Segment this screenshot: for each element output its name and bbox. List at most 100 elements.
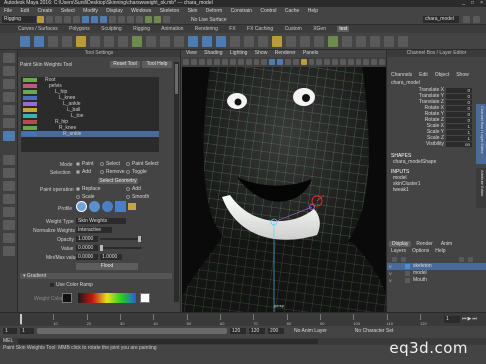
resolution-gate-icon[interactable] xyxy=(230,59,236,65)
layer-menu-help[interactable]: Help xyxy=(435,248,445,254)
hammer-weights-icon[interactable] xyxy=(314,35,324,47)
viewport-menu-lighting[interactable]: Lighting xyxy=(230,50,248,56)
constraint-parent-icon[interactable] xyxy=(216,35,226,47)
opacity-field[interactable]: 1.0000 xyxy=(76,236,98,242)
paint-select-tool-icon[interactable] xyxy=(3,79,15,89)
layer-color-swatch[interactable] xyxy=(405,278,410,283)
layer-tab-anim[interactable]: Anim xyxy=(438,241,455,247)
shelf-tab-rendering[interactable]: Rendering xyxy=(195,26,218,32)
channel-menu-channels[interactable]: Channels xyxy=(391,72,412,78)
select-tool-icon[interactable] xyxy=(3,53,15,63)
film-gate-icon[interactable] xyxy=(222,59,229,65)
menu-select[interactable]: Select xyxy=(61,8,75,14)
bookmark-icon[interactable] xyxy=(198,59,205,65)
gaussian-brush-icon[interactable] xyxy=(76,201,87,212)
shape-name[interactable]: chara_modelShape xyxy=(387,159,486,165)
value-slider-handle[interactable] xyxy=(100,245,103,251)
shelf-tab-animation[interactable]: Animation xyxy=(161,26,183,32)
menu-constrain[interactable]: Constrain xyxy=(231,8,252,14)
anim-layer-dropdown[interactable]: No Anim Layer xyxy=(294,328,327,334)
side-tab-attribute-editor[interactable]: Attribute Editor xyxy=(476,168,486,208)
hypershade-layout-icon[interactable] xyxy=(3,246,15,256)
new-layer-selected-icon[interactable] xyxy=(468,256,473,262)
go-to-end-icon[interactable]: ⏭ xyxy=(472,316,477,322)
menu-skeleton[interactable]: Skeleton xyxy=(160,8,179,14)
channel-menu-edit[interactable]: Edit xyxy=(419,72,428,78)
layer-visibility-toggle[interactable]: V xyxy=(389,270,397,277)
redo-icon[interactable] xyxy=(73,16,80,23)
layer-color-swatch[interactable] xyxy=(405,271,410,276)
menu-windows[interactable]: Windows xyxy=(131,8,151,14)
use-all-lights-icon[interactable] xyxy=(300,59,307,65)
minimize-button[interactable]: _ xyxy=(462,0,465,7)
render-settings-icon[interactable] xyxy=(163,16,170,23)
play-forward-icon[interactable]: ▶ xyxy=(468,316,472,322)
paint-weights-icon[interactable] xyxy=(62,35,72,47)
shelf-tab-test[interactable]: test xyxy=(337,26,350,32)
layer-row[interactable]: V model xyxy=(387,270,486,277)
depth-of-field-icon[interactable] xyxy=(339,59,346,65)
graph-editor-icon[interactable] xyxy=(384,35,394,47)
layer-tab-render[interactable]: Render xyxy=(413,241,435,247)
menu-modify[interactable]: Modify xyxy=(83,8,98,14)
paint-op-scale-radio[interactable]: Scale xyxy=(76,194,95,200)
current-frame-field[interactable]: 1 xyxy=(444,316,460,323)
layer-row[interactable]: V Mouth xyxy=(387,277,486,284)
persp-graph-layout-icon[interactable] xyxy=(3,194,15,204)
menu-cache[interactable]: Cache xyxy=(285,8,299,14)
safe-title-icon[interactable] xyxy=(261,59,268,65)
scale-tool-icon[interactable] xyxy=(3,118,15,128)
constraint-orient-icon[interactable] xyxy=(202,35,212,47)
snap-plane-icon[interactable] xyxy=(136,16,143,23)
open-scene-icon[interactable] xyxy=(46,16,53,23)
outliner-icon[interactable] xyxy=(356,35,366,47)
shelf-tab-curves-surfaces[interactable]: Curves / Surfaces xyxy=(18,26,58,32)
menu-skin[interactable]: Skin xyxy=(188,8,198,14)
camera-attributes-icon[interactable] xyxy=(190,59,197,65)
maximize-button[interactable]: □ xyxy=(471,0,474,7)
shelf-tab-fx[interactable]: FX xyxy=(229,26,235,32)
save-scene-icon[interactable] xyxy=(55,16,62,23)
viewport-menu-shading[interactable]: Shading xyxy=(204,50,222,56)
safe-action-icon[interactable] xyxy=(253,59,260,65)
search-icon[interactable] xyxy=(463,16,470,23)
attr-value-field[interactable]: 0 xyxy=(446,87,472,93)
paint-op-add-radio[interactable]: Add xyxy=(126,186,141,192)
locator-icon[interactable] xyxy=(174,35,184,47)
layer-row[interactable]: V skeleton xyxy=(387,263,486,270)
delete-history-icon[interactable] xyxy=(244,35,254,47)
channel-menu-object[interactable]: Object xyxy=(435,72,449,78)
cluster-icon[interactable] xyxy=(76,35,86,47)
attr-value-field[interactable]: 0 xyxy=(446,99,472,105)
sphere-icon[interactable] xyxy=(132,35,142,47)
menu-control[interactable]: Control xyxy=(260,8,276,14)
snap-curve-icon[interactable] xyxy=(118,16,125,23)
time-slider[interactable]: 1102030405060708090100110120 1 ⏮ ▶ ⏭ xyxy=(0,312,486,326)
weight-type-dropdown[interactable]: Skin Weights xyxy=(76,218,126,224)
command-input[interactable] xyxy=(18,339,318,344)
xray-icon[interactable] xyxy=(355,59,362,65)
constraint-point-icon[interactable] xyxy=(188,35,198,47)
animation-start-field[interactable]: 1 xyxy=(3,328,17,334)
browse-brush-icon[interactable] xyxy=(128,203,136,210)
move-layer-down-icon[interactable] xyxy=(401,256,406,262)
lasso-tool-icon[interactable] xyxy=(3,66,15,76)
close-button[interactable]: × xyxy=(480,0,483,7)
menu-file[interactable]: File xyxy=(4,8,12,14)
range-slider[interactable] xyxy=(37,328,227,334)
select-object-icon[interactable] xyxy=(91,16,98,23)
shelf-tab-rigging[interactable]: Rigging xyxy=(133,26,150,32)
prune-weights-icon[interactable] xyxy=(300,35,310,47)
motion-blur-icon[interactable] xyxy=(324,59,331,65)
attr-value-field[interactable]: on xyxy=(446,141,472,147)
shelf-tab-polygons[interactable]: Polygons xyxy=(69,26,90,32)
menu-edit[interactable]: Edit xyxy=(20,8,29,14)
go-to-start-icon[interactable]: ⏮ xyxy=(462,316,467,322)
exposure-icon[interactable] xyxy=(379,59,385,65)
layer-tab-display[interactable]: Display xyxy=(389,240,412,247)
wrap-icon[interactable] xyxy=(118,35,128,47)
value-slider[interactable] xyxy=(100,247,142,249)
select-component-icon[interactable] xyxy=(100,16,107,23)
gradient-section-header[interactable]: ▾ Gradient xyxy=(20,273,172,279)
side-tab-channel-box[interactable]: Channel Box / Layer Editor xyxy=(476,104,486,164)
